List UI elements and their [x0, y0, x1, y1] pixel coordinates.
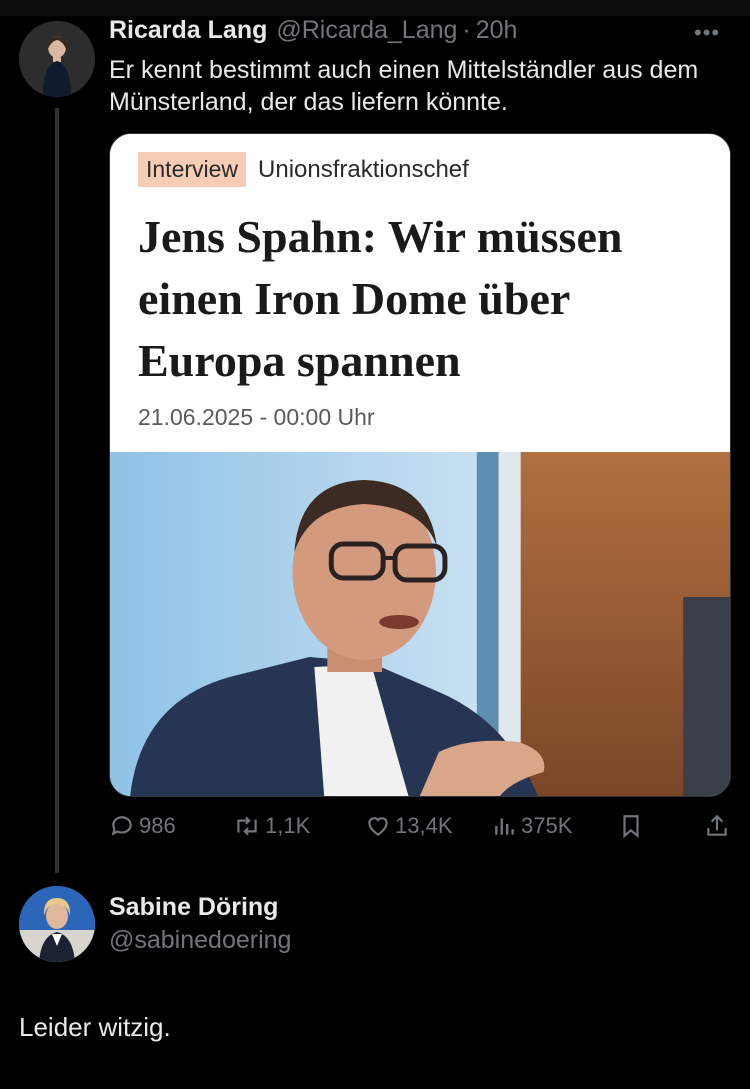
- article-tag-row: Interview Unionsfraktionschef: [138, 152, 469, 187]
- repost-count: 1,1K: [265, 813, 311, 838]
- tweet-text: Er kennt bestimmt auch einen Mittelständ…: [109, 56, 699, 116]
- views-button[interactable]: 375K: [493, 813, 572, 839]
- share-button[interactable]: [705, 813, 729, 839]
- reply-author-handle[interactable]: @sabinedoering: [109, 926, 291, 955]
- tweet-actions: 986 1,1K 13,4K 375K: [109, 813, 731, 849]
- article-headline: Jens Spahn: Wir müssen einen Iron Dome ü…: [138, 211, 623, 386]
- article-tag: Interview: [138, 152, 247, 187]
- bookmark-button[interactable]: [619, 813, 643, 839]
- like-count: 13,4K: [395, 813, 453, 838]
- author-handle[interactable]: @Ricarda_Lang: [276, 16, 457, 45]
- tweet-header: Ricarda Lang @Ricarda_Lang · 20h: [109, 16, 517, 50]
- views-icon: [495, 818, 514, 835]
- separator: ·: [462, 16, 471, 44]
- article-card[interactable]: Interview Unionsfraktionschef Jens Spahn…: [109, 133, 731, 797]
- repost-button[interactable]: 1,1K: [233, 813, 310, 839]
- reply-avatar[interactable]: [19, 886, 95, 962]
- article-photo: [110, 452, 730, 796]
- article-card-header: Interview Unionsfraktionschef Jens Spahn…: [110, 134, 730, 452]
- like-button[interactable]: 13,4K: [365, 813, 453, 839]
- article-date: 21.06.2025 - 00:00 Uhr: [138, 404, 375, 430]
- avatar[interactable]: [19, 21, 95, 97]
- thread-line: [55, 108, 59, 873]
- reply-count: 986: [139, 813, 176, 838]
- reply-button[interactable]: 986: [109, 813, 176, 839]
- bookmark-icon: [623, 815, 639, 839]
- repost-icon: [237, 816, 257, 836]
- views-count: 375K: [521, 813, 573, 838]
- top-bar: [0, 0, 750, 16]
- more-icon[interactable]: •••: [694, 20, 720, 46]
- article-kicker: Unionsfraktionschef: [258, 155, 469, 183]
- share-icon: [707, 814, 727, 836]
- person-portrait-icon: [19, 886, 95, 962]
- reply-icon: [111, 816, 132, 836]
- author-name[interactable]: Ricarda Lang: [109, 16, 267, 45]
- like-icon: [368, 817, 388, 836]
- tweet-time[interactable]: 20h: [476, 16, 518, 45]
- reply-text: Leider witzig.: [19, 1012, 171, 1042]
- person-silhouette-icon: [19, 21, 95, 97]
- reply-author-name[interactable]: Sabine Döring: [109, 893, 278, 922]
